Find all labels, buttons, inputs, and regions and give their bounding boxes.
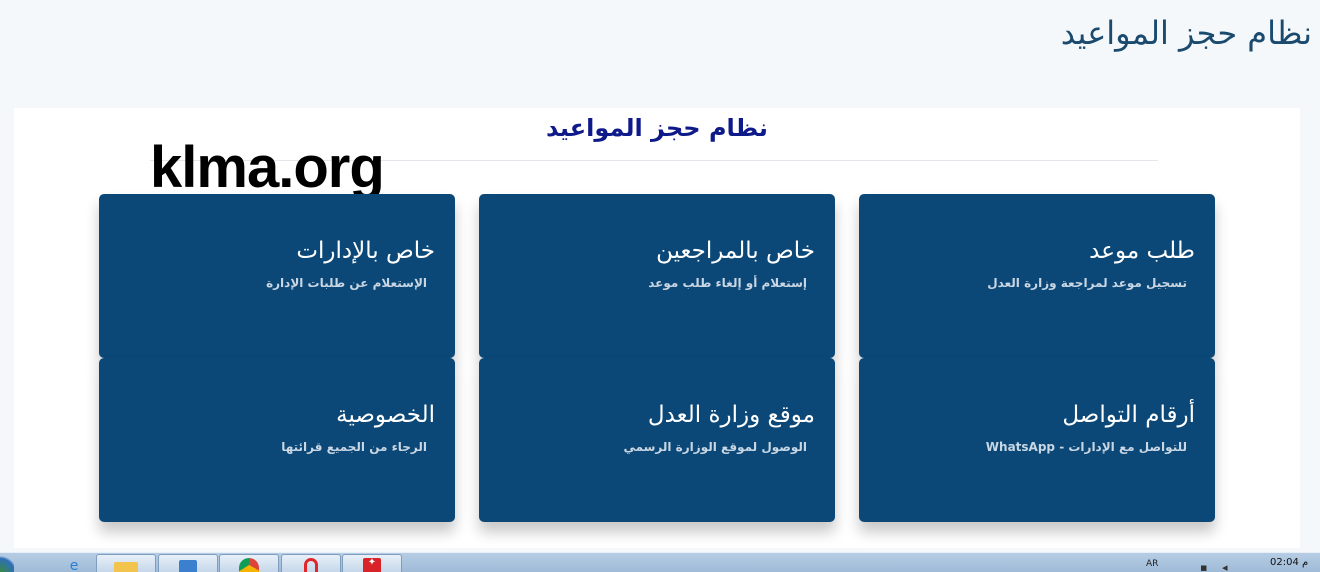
opera-icon[interactable]	[281, 554, 341, 572]
taskbar: e ✦ AR ▪ ◂ 02:04 م	[0, 552, 1320, 572]
card-departments[interactable]: خاص بالإدارات الإستعلام عن طلبات الإدارة	[99, 194, 455, 358]
card-subtitle: الرجاء من الجميع قرائتها	[281, 439, 427, 454]
card-visitors[interactable]: خاص بالمراجعين إستعلام أو إلغاء طلب موعد	[479, 194, 835, 358]
watermark: klma.org	[150, 135, 385, 200]
internet-explorer-icon[interactable]: e	[44, 554, 104, 572]
page-title: نظام حجز المواعيد	[1060, 14, 1312, 52]
card-title: موقع وزارة العدل	[647, 402, 815, 428]
card-ministry-website[interactable]: موقع وزارة العدل الوصول لموقع الوزارة ال…	[479, 358, 835, 522]
volume-icon[interactable]: ◂	[1222, 561, 1228, 572]
language-indicator[interactable]: AR	[1146, 559, 1158, 569]
card-request-appointment[interactable]: طلب موعد تسجيل موعد لمراجعة وزارة العدل	[859, 194, 1215, 358]
card-contact-numbers[interactable]: أرقام التواصل للتواصل مع الإدارات - What…	[859, 358, 1215, 522]
card-title: طلب موعد	[1089, 238, 1195, 264]
card-title: خاص بالمراجعين	[656, 238, 815, 264]
clock[interactable]: 02:04 م	[1270, 557, 1308, 568]
card-title: خاص بالإدارات	[296, 238, 435, 264]
card-subtitle: الإستعلام عن طلبات الإدارة	[266, 275, 427, 290]
start-orb-icon[interactable]	[0, 553, 14, 572]
card-subtitle: للتواصل مع الإدارات - WhatsApp	[985, 439, 1187, 454]
card-subtitle: إستعلام أو إلغاء طلب موعد	[648, 275, 807, 290]
chrome-icon[interactable]	[219, 554, 279, 572]
card-title: أرقام التواصل	[1062, 402, 1195, 428]
network-icon[interactable]: ▪	[1200, 561, 1207, 572]
folder-icon[interactable]	[96, 554, 156, 572]
card-privacy[interactable]: الخصوصية الرجاء من الجميع قرائتها	[99, 358, 455, 522]
card-subtitle: الوصول لموقع الوزارة الرسمي	[623, 439, 807, 454]
card-subtitle: تسجيل موعد لمراجعة وزارة العدل	[987, 275, 1187, 290]
media-player-icon[interactable]	[158, 554, 218, 572]
app-icon[interactable]: ✦	[342, 554, 402, 572]
card-title: الخصوصية	[336, 402, 435, 428]
